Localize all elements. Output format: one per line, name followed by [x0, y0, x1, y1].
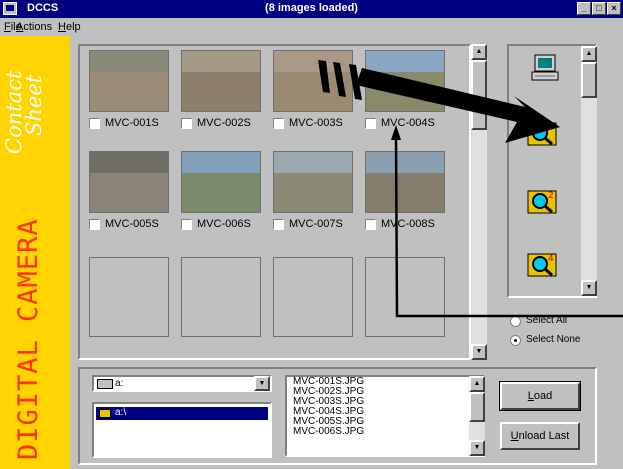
annotation-arrow [318, 60, 623, 318]
main-window: DCCS (8 images loaded) _ □ × File Action… [0, 0, 623, 469]
